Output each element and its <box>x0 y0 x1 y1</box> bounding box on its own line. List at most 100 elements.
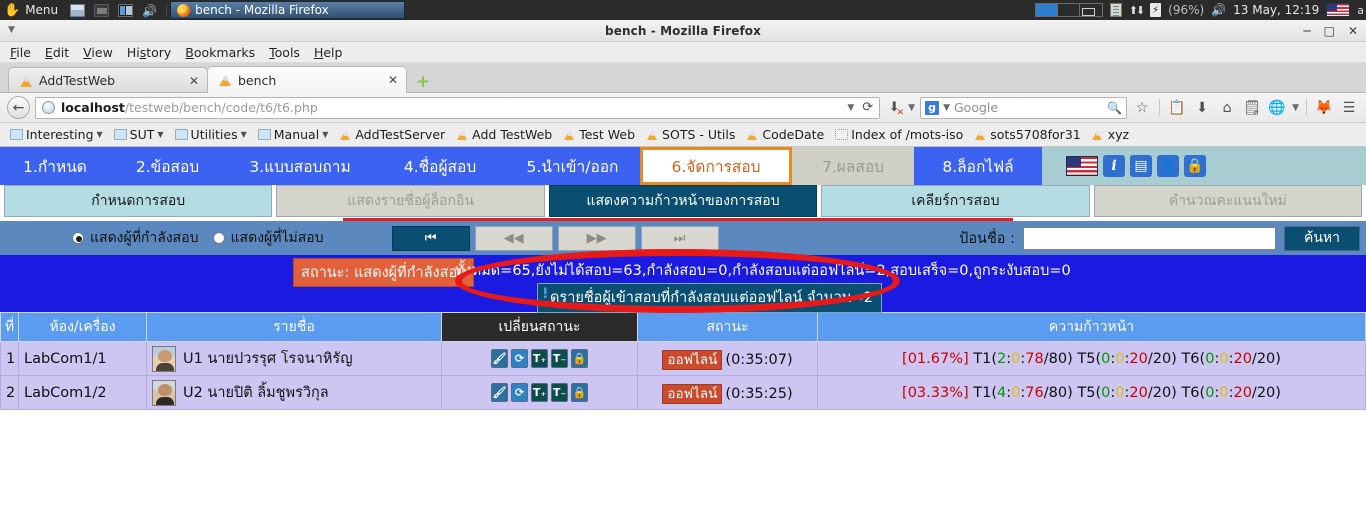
clear-icon[interactable]: 🖌 <box>491 383 508 402</box>
search-input[interactable] <box>1023 226 1276 250</box>
speaker-icon[interactable]: 🔊 <box>142 4 157 18</box>
tab-6-chatkansob[interactable]: 6.จัดการสอบ <box>640 147 792 185</box>
bookmark-codedate[interactable]: CodeDate <box>742 126 828 143</box>
radio-button[interactable] <box>212 232 225 244</box>
radio-show-taking-exam[interactable]: แสดงผู้ที่กำลังสอบ <box>72 227 199 249</box>
progress-percent: [01.67%] <box>902 350 969 367</box>
close-tab-icon[interactable]: ✕ <box>171 74 199 88</box>
start-menu-button[interactable]: ✋ Menu <box>0 0 64 20</box>
menu-help[interactable]: Help <box>314 45 343 60</box>
split-view-icon[interactable] <box>118 3 134 17</box>
bookmark-add-testweb[interactable]: Add TestWeb <box>452 126 556 143</box>
search-bar[interactable]: g ▼ Google 🔍 <box>920 96 1128 119</box>
first-page-button[interactable]: ⏮ <box>391 225 470 251</box>
time-plus-icon[interactable]: T₊ <box>531 349 548 368</box>
hamburger-menu-icon[interactable]: ☰ <box>1339 98 1359 118</box>
chevron-down-icon[interactable]: ▼ <box>943 103 950 113</box>
notes-icon[interactable] <box>1109 3 1122 17</box>
document-icon[interactable]: ▤ <box>1130 155 1152 177</box>
bookmark-utilities[interactable]: Utilities ▼ <box>171 126 251 143</box>
time-plus-icon[interactable]: T₊ <box>531 383 548 402</box>
subtab-kamnodkansob[interactable]: กำหนดการสอบ <box>4 185 273 217</box>
user-icon[interactable]: 👤 <box>1157 155 1179 177</box>
bookmark-sots-utils[interactable]: SOTS - Utils <box>642 126 739 143</box>
bookmark-index-mots-iso[interactable]: Index of /mots-iso <box>831 126 967 143</box>
view-offline-list-button[interactable]: ! ดูรายชื่อผู้เข้าสอบที่กำลังสอบแต่ออฟไล… <box>537 283 882 313</box>
time-minus-icon[interactable]: T₋ <box>551 349 568 368</box>
tab-5-namkhao-ok[interactable]: 5.นำเข้า/ออก <box>505 147 640 185</box>
notepad-icon[interactable]: 🗒 <box>1242 98 1262 118</box>
terminal-icon[interactable] <box>70 3 86 17</box>
taskbar-window-button[interactable]: bench - Mozilla Firefox <box>170 1 406 19</box>
radio-show-not-taking[interactable]: แสดงผู้ที่ไม่สอบ <box>212 227 324 249</box>
chevron-down-icon[interactable]: ▼ <box>1292 103 1299 113</box>
bookmark-interesting[interactable]: Interesting ▼ <box>6 126 107 143</box>
power-icon[interactable]: ⚡ <box>1150 3 1162 17</box>
menu-file[interactable]: File <box>10 45 31 60</box>
lock-icon[interactable]: 🔒 <box>571 349 588 368</box>
search-button[interactable]: ค้นหา <box>1284 225 1360 251</box>
time-minus-icon[interactable]: T₋ <box>551 383 568 402</box>
close-tab-icon[interactable]: ✕ <box>370 73 398 87</box>
bookmark-manual[interactable]: Manual ▼ <box>254 126 333 143</box>
chevron-down-icon[interactable]: ▼ <box>8 25 15 35</box>
menu-history[interactable]: History <box>127 45 171 60</box>
lock-icon[interactable]: 🔒 <box>1184 155 1206 177</box>
bookmark-label: Test Web <box>579 127 636 142</box>
home-icon[interactable]: ⌂ <box>1217 98 1237 118</box>
table-row[interactable]: 1 LabCom1/1 U1 นายปวรรุศ โรจนาหิรัญ 🖌 ⟳ … <box>0 341 1366 376</box>
bookmark-sots5708for31[interactable]: sots5708for31 <box>970 126 1084 143</box>
reading-list-icon[interactable]: 📋 <box>1167 98 1187 118</box>
bookmark-sut[interactable]: SUT ▼ <box>110 126 168 143</box>
network-updown-icon[interactable]: ⬆⬇ <box>1129 4 1146 17</box>
lock-icon[interactable]: 🔒 <box>571 383 588 402</box>
downloads-button[interactable]: ⬇ ✕ <box>885 98 904 118</box>
refresh-icon[interactable]: ⟳ <box>511 383 528 402</box>
us-flag-icon[interactable] <box>1326 3 1351 17</box>
files-icon[interactable] <box>94 3 110 17</box>
info-icon[interactable]: i <box>1103 155 1125 177</box>
tab-4-chue-phusob[interactable]: 4.ชื่อผู้สอบ <box>375 147 505 185</box>
bookmark-test-web[interactable]: Test Web <box>559 126 639 143</box>
tab-8-lockfile[interactable]: 8.ล็อกไฟล์ <box>914 147 1042 185</box>
url-bar[interactable]: localhost/testweb/bench/code/t6/t6.php ▼… <box>35 96 881 119</box>
us-flag-icon[interactable] <box>1066 156 1098 176</box>
clear-icon[interactable]: 🖌 <box>491 349 508 368</box>
chevron-down-icon[interactable]: ▼ <box>908 103 915 113</box>
menu-bookmarks[interactable]: Bookmarks <box>185 45 255 60</box>
search-icon[interactable]: 🔍 <box>1107 101 1122 115</box>
bookmark-xyz[interactable]: xyz <box>1088 126 1133 143</box>
workspace-3[interactable] <box>1080 4 1102 16</box>
globe-addon-icon[interactable]: 🌐 <box>1267 98 1287 118</box>
bookmark-star-icon[interactable]: ☆ <box>1132 98 1152 118</box>
minimize-button[interactable]: ─ <box>1303 24 1310 38</box>
part-yellow: 0 <box>1011 384 1021 401</box>
workspace-2[interactable] <box>1058 4 1080 16</box>
tab-3-baebsobtham[interactable]: 3.แบบสอบถาม <box>225 147 375 185</box>
reload-icon[interactable]: ⟳ <box>860 100 875 115</box>
radio-button[interactable] <box>72 232 84 244</box>
maximize-button[interactable]: □ <box>1324 24 1335 38</box>
download-arrow-icon[interactable]: ⬇ <box>1192 98 1212 118</box>
tab-2-khosob[interactable]: 2.ข้อสอบ <box>110 147 225 185</box>
bookmark-addtestserver[interactable]: AddTestServer <box>335 126 449 143</box>
back-button[interactable]: ← <box>7 96 30 119</box>
firefox-addon-icon[interactable]: 🦊 <box>1314 98 1334 118</box>
browser-tab-bench[interactable]: bench ✕ <box>207 66 407 93</box>
tab-1-kamnod[interactable]: 1.กำหนด <box>0 147 110 185</box>
workspace-1[interactable] <box>1035 4 1058 16</box>
subtab-clear-exam[interactable]: เคลียร์การสอบ <box>821 185 1090 217</box>
refresh-icon[interactable]: ⟳ <box>511 349 528 368</box>
chevron-down-icon[interactable]: ▼ <box>847 103 854 113</box>
table-row[interactable]: 2 LabCom1/2 U2 นายปิติ ลิ้มชูพรวิกุล 🖌 ⟳… <box>0 375 1366 410</box>
workspace-switcher[interactable] <box>1034 3 1103 17</box>
menu-tools[interactable]: Tools <box>269 45 300 60</box>
menu-view[interactable]: View <box>83 45 113 60</box>
subtab-show-progress[interactable]: แสดงความก้าวหน้าของการสอบ <box>548 185 818 217</box>
browser-tab-addtestweb[interactable]: AddTestWeb ✕ <box>8 67 208 93</box>
menu-edit[interactable]: Edit <box>45 45 69 60</box>
close-button[interactable]: ✕ <box>1348 24 1358 38</box>
volume-icon[interactable]: 🔊 <box>1211 3 1226 17</box>
page-favicon-icon <box>646 128 659 141</box>
new-tab-button[interactable]: + <box>412 71 434 93</box>
